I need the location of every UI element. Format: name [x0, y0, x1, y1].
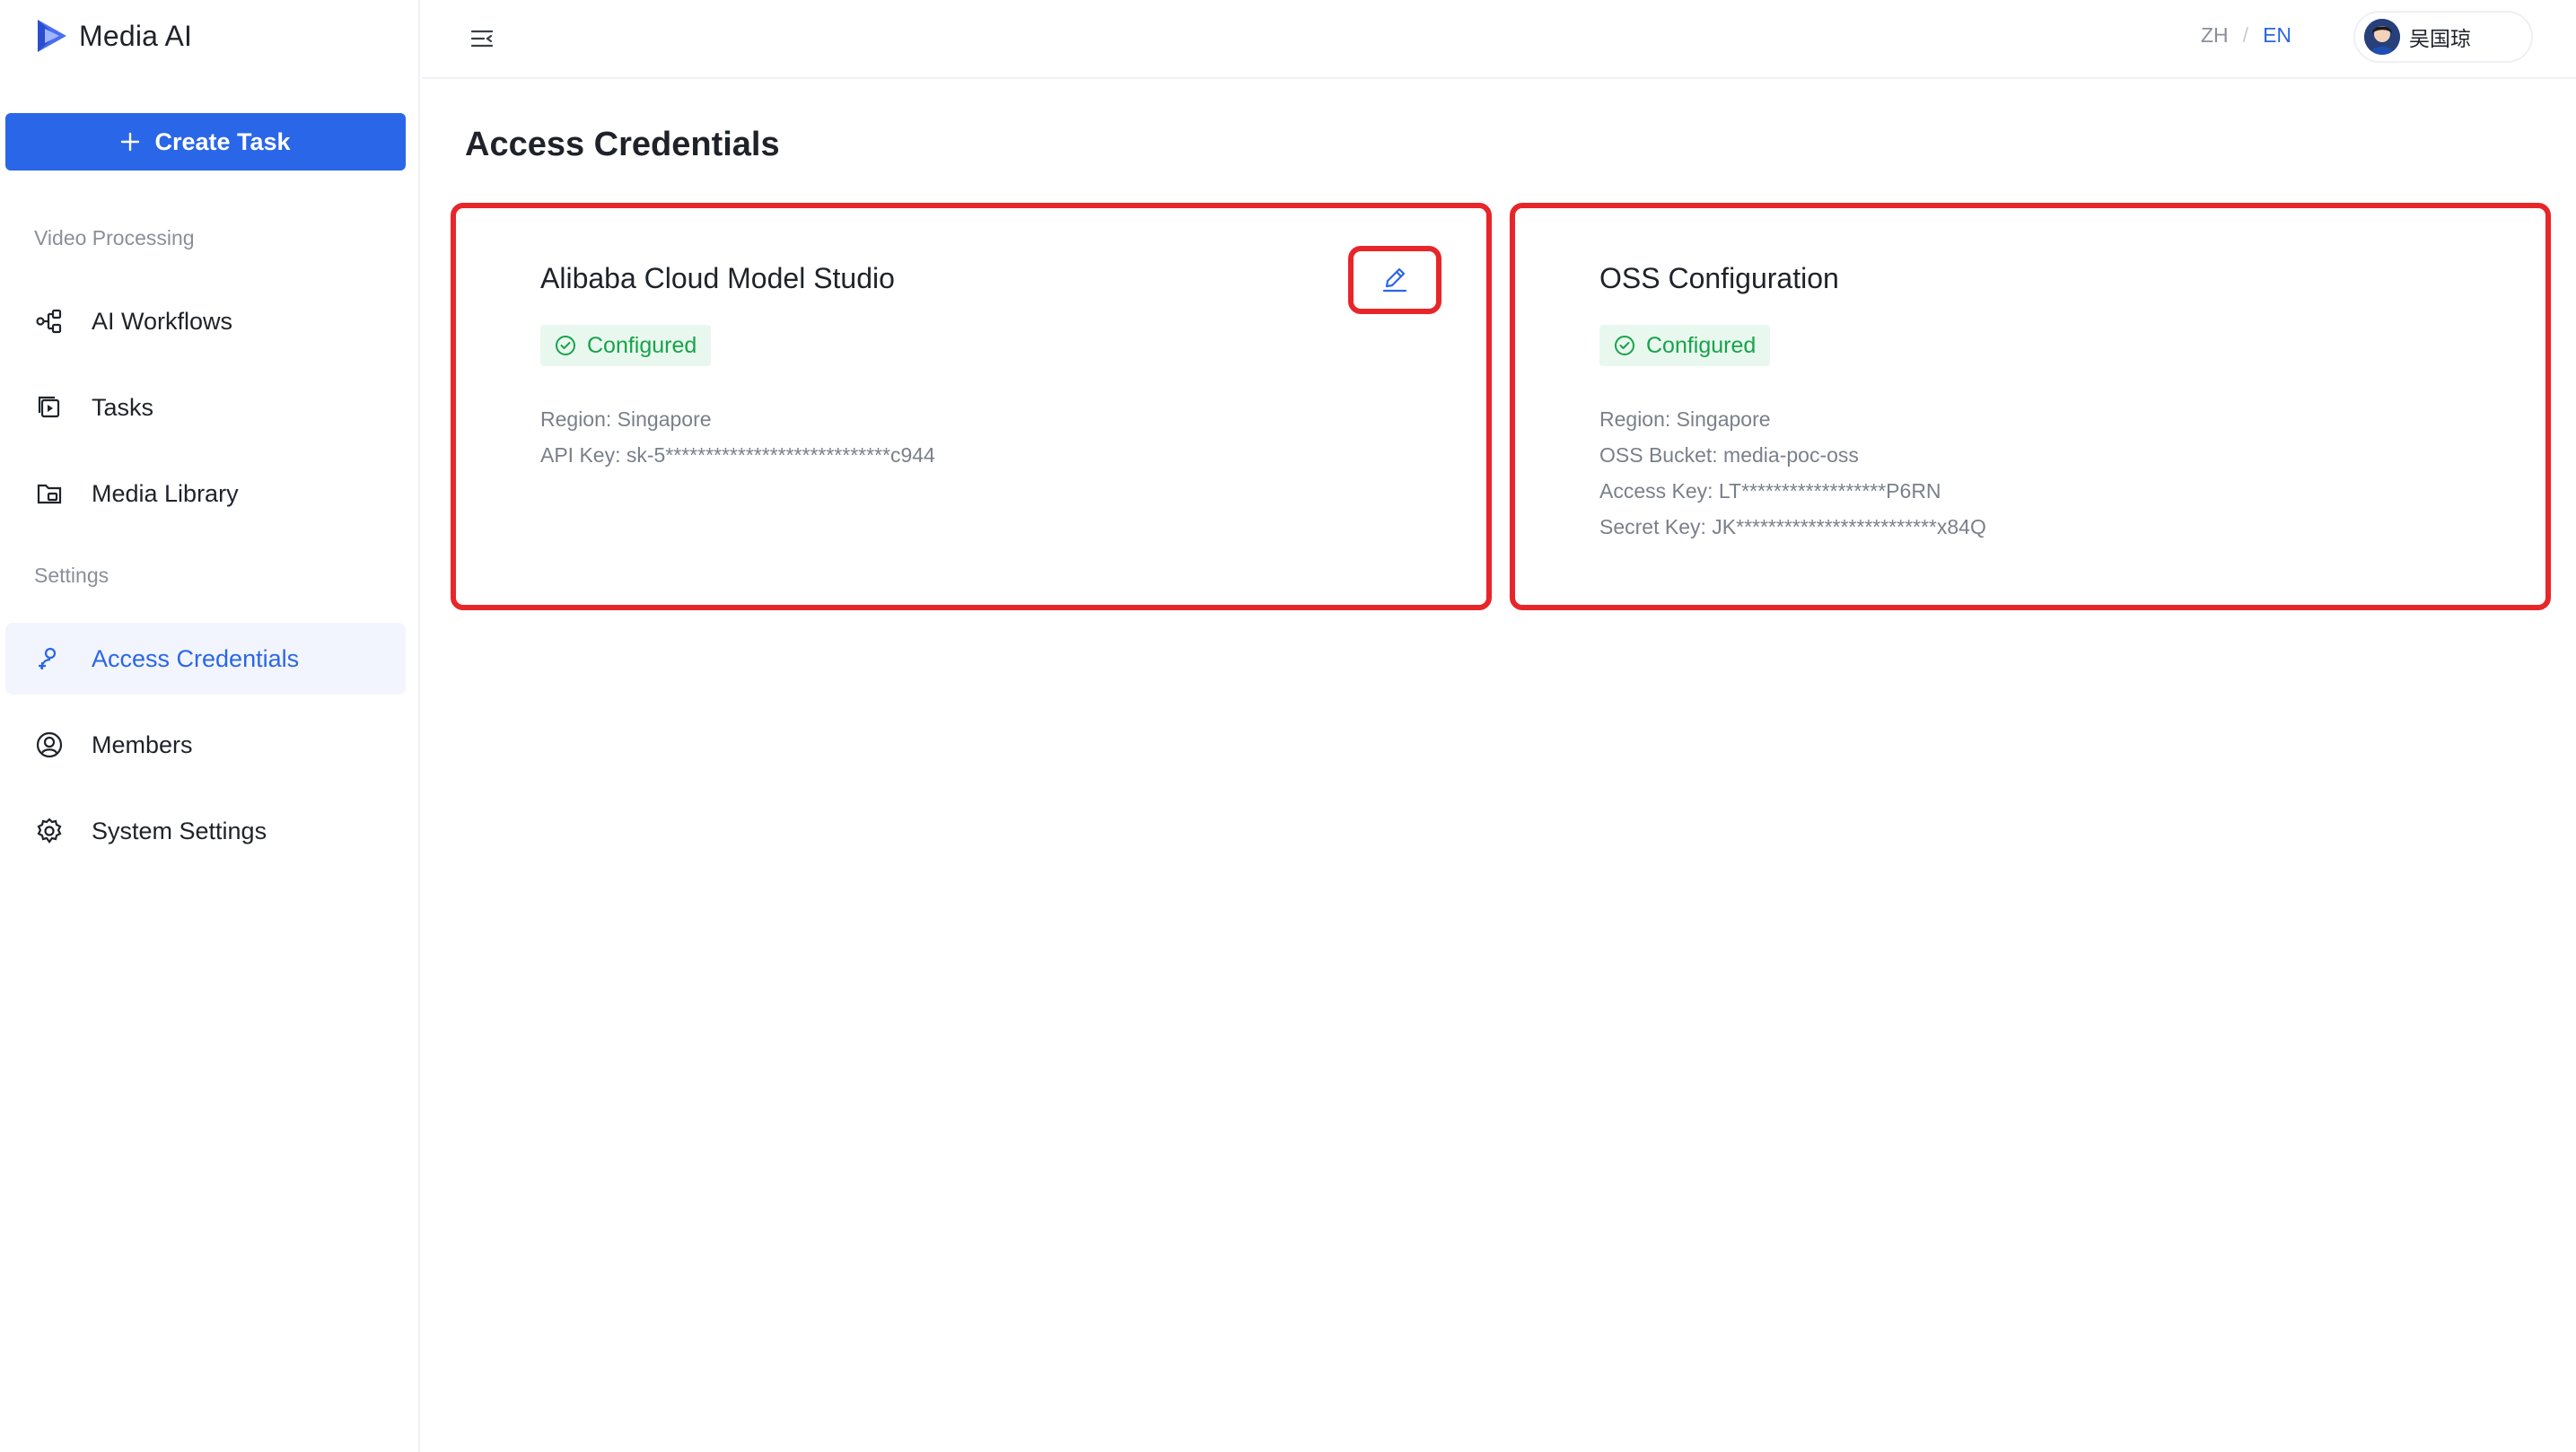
- page-title: Access Credentials: [465, 126, 780, 163]
- avatar: [2364, 19, 2400, 55]
- tasks-icon: [34, 392, 65, 423]
- user-name: 吴国琼: [2409, 27, 2471, 50]
- check-circle-icon: [1614, 335, 1635, 356]
- top-header: ZH / EN 吴国琼: [422, 0, 2576, 79]
- language-switch: ZH / EN: [2201, 23, 2291, 48]
- detail-oss-bucket: OSS Bucket: media-poc-oss: [1599, 443, 1859, 467]
- sidebar-item-members[interactable]: Members: [5, 709, 406, 781]
- sidebar-item-label: Members: [92, 730, 193, 758]
- detail-api-key: API Key: sk-5***************************…: [540, 443, 935, 467]
- menu-collapse-icon[interactable]: [467, 23, 497, 54]
- check-circle-icon: [555, 335, 576, 356]
- section-label-settings: Settings: [34, 564, 110, 587]
- edit-button[interactable]: [1348, 246, 1441, 314]
- status-text: Configured: [587, 332, 697, 358]
- card-title: Alibaba Cloud Model Studio: [540, 262, 895, 294]
- sidebar-item-label: Tasks: [92, 393, 154, 421]
- lang-en-option[interactable]: EN: [2263, 23, 2291, 48]
- sidebar-item-label: Media Library: [92, 479, 239, 507]
- sidebar-item-media-library[interactable]: Media Library: [5, 458, 406, 529]
- status-text: Configured: [1646, 332, 1757, 358]
- sidebar-item-label: Access Credentials: [92, 644, 300, 672]
- workflow-icon: [34, 306, 65, 337]
- detail-region: Region: Singapore: [1599, 407, 1771, 431]
- sidebar: Media AI Create Task Video Processing AI…: [0, 0, 420, 1452]
- detail-secret-key: Secret Key: JK*************************x…: [1599, 515, 1986, 538]
- app-logo[interactable]: Media AI: [32, 14, 192, 57]
- sidebar-item-system-settings[interactable]: System Settings: [5, 795, 406, 867]
- app-name: Media AI: [79, 19, 193, 52]
- lang-zh-option[interactable]: ZH: [2201, 23, 2229, 48]
- user-circle-icon: [34, 730, 65, 760]
- sidebar-item-label: System Settings: [92, 817, 267, 844]
- plus-icon: [120, 132, 140, 152]
- section-label-video-processing: Video Processing: [34, 226, 195, 249]
- sidebar-item-ai-workflows[interactable]: AI Workflows: [5, 285, 406, 357]
- media-ai-logo-icon: [32, 16, 72, 56]
- credential-card-oss: OSS Configuration Configured Region: Sin…: [1510, 203, 2551, 610]
- create-task-label: Create Task: [154, 127, 291, 155]
- sidebar-item-tasks[interactable]: Tasks: [5, 372, 406, 443]
- folder-icon: [34, 478, 65, 509]
- create-task-button[interactable]: Create Task: [5, 113, 406, 171]
- pencil-icon: [1380, 265, 1410, 295]
- detail-region: Region: Singapore: [540, 407, 712, 431]
- gear-icon: [34, 816, 65, 846]
- card-title: OSS Configuration: [1599, 262, 1839, 294]
- key-user-icon: [34, 643, 65, 674]
- credential-card-model-studio: Alibaba Cloud Model Studio Configured Re…: [451, 203, 1492, 610]
- status-badge: Configured: [1599, 325, 1771, 366]
- detail-access-key: Access Key: LT******************P6RN: [1599, 479, 1941, 503]
- user-menu[interactable]: 吴国琼: [2353, 11, 2533, 63]
- status-badge: Configured: [540, 325, 712, 366]
- lang-separator: /: [2242, 23, 2249, 47]
- sidebar-item-access-credentials[interactable]: Access Credentials: [5, 623, 406, 695]
- sidebar-item-label: AI Workflows: [92, 307, 233, 335]
